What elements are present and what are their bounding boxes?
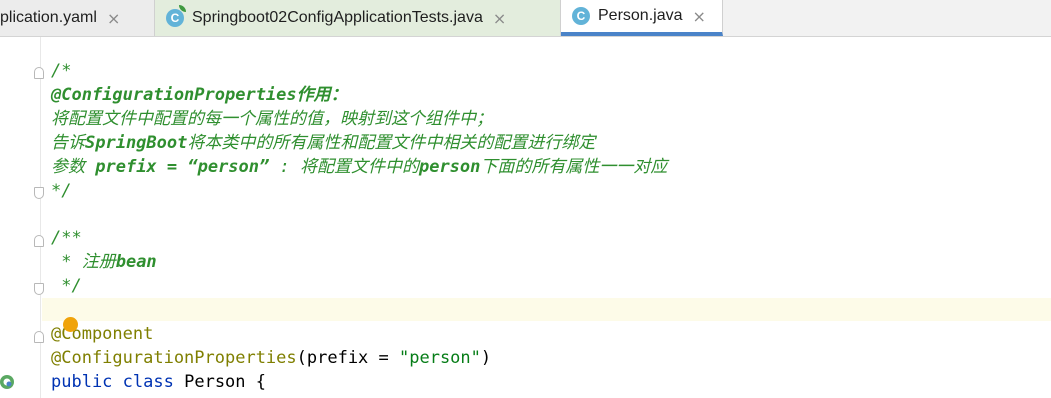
editor-tab-bar: plication.yaml × C Springboot02ConfigApp… [0, 0, 1051, 37]
tab-label: plication.yaml [0, 9, 97, 26]
code-line: public class Person { [51, 372, 266, 392]
tab-application-yaml[interactable]: plication.yaml × [0, 0, 155, 36]
spring-leaf-icon [179, 5, 186, 12]
code-line: */ [51, 181, 72, 201]
java-class-icon: C [572, 7, 590, 25]
code-line: */ [51, 276, 82, 296]
code-line: /* [51, 61, 72, 81]
fold-marker-icon[interactable] [34, 187, 44, 199]
close-icon[interactable]: × [493, 9, 506, 28]
code-line: * 注册bean [51, 252, 157, 272]
fold-marker-icon[interactable] [34, 67, 44, 79]
code-line: 将配置文件中配置的每一个属性的值，映射到这个组件中； [51, 109, 493, 129]
gutter-divider [40, 37, 41, 398]
code-editor[interactable]: /* @ConfigurationProperties作用： 将配置文件中配置的… [0, 37, 1051, 398]
fold-marker-icon[interactable] [34, 235, 44, 247]
spring-bean-gutter-icon[interactable] [0, 372, 14, 392]
caret-line-highlight [42, 298, 1051, 321]
java-class-icon: C [166, 5, 186, 27]
code-line: @ConfigurationProperties作用： [51, 85, 348, 105]
code-line: 告诉SpringBoot将本类中的所有属性和配置文件中相关的配置进行绑定 [51, 133, 596, 153]
close-icon[interactable]: × [693, 7, 706, 26]
fold-marker-icon[interactable] [34, 283, 44, 295]
code-line: @ConfigurationProperties(prefix = "perso… [51, 348, 492, 368]
fold-marker-icon[interactable] [34, 331, 44, 343]
code-line: 参数 prefix = “person” : 将配置文件中的person下面的所… [51, 157, 668, 177]
code-line: /** [51, 228, 82, 248]
intention-bulb-icon[interactable] [63, 317, 78, 332]
tab-label: Person.java [598, 7, 683, 24]
tab-label: Springboot02ConfigApplicationTests.java [192, 9, 483, 26]
tab-person-java[interactable]: C Person.java × [561, 0, 723, 36]
close-icon[interactable]: × [107, 9, 120, 28]
tab-springboot02-tests[interactable]: C Springboot02ConfigApplicationTests.jav… [155, 0, 561, 36]
